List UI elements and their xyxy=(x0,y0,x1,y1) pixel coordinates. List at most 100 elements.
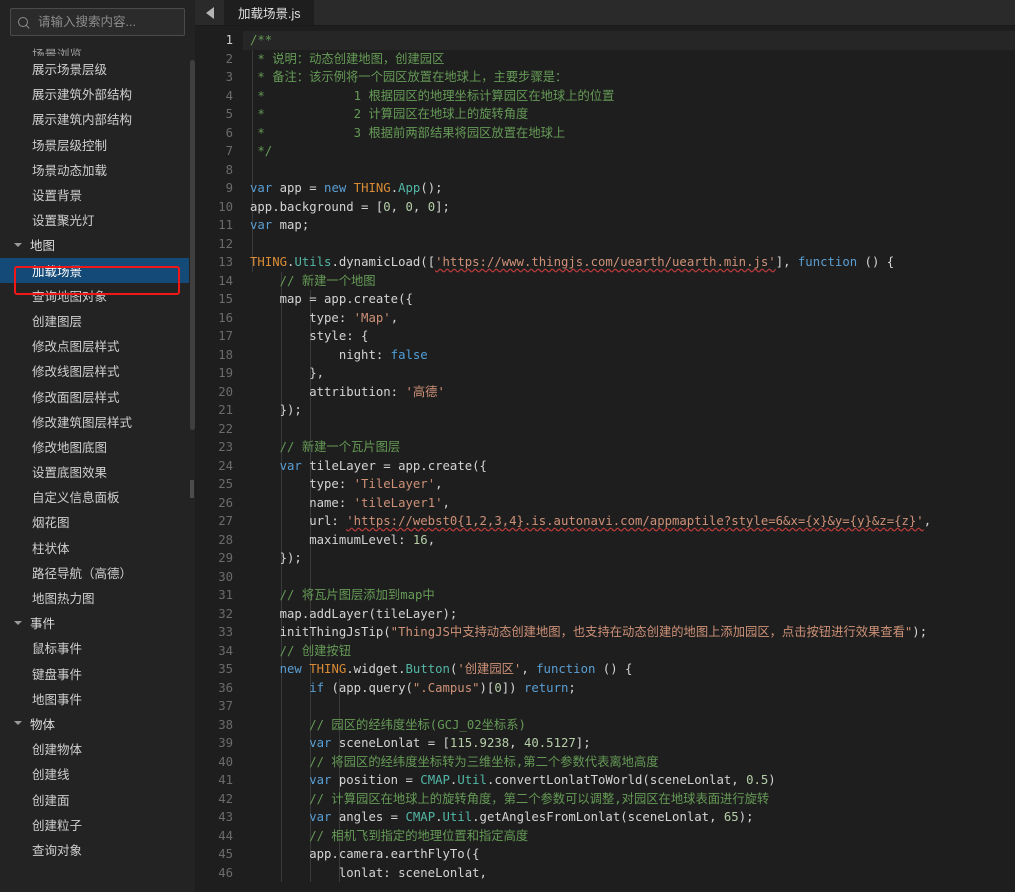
sidebar-item-leaf-19[interactable]: 柱状体 xyxy=(0,535,195,560)
sidebar-item-group-7[interactable]: 地图 xyxy=(0,232,195,257)
code-line[interactable]: // 新建一个地图 xyxy=(243,272,1015,291)
code-line[interactable] xyxy=(243,568,1015,587)
code-line[interactable]: /** xyxy=(243,31,1015,50)
code-line[interactable]: type: 'TileLayer', xyxy=(243,475,1015,494)
code-line[interactable]: initThingJsTip("ThingJS中支持动态创建地图，也支持在动态创… xyxy=(243,623,1015,642)
sidebar-item-leaf-8[interactable]: 加载场景 xyxy=(0,257,195,283)
sidebar-item-leaf-28[interactable]: 创建线 xyxy=(0,761,195,786)
code-line[interactable]: }); xyxy=(243,401,1015,420)
code-line[interactable] xyxy=(243,161,1015,180)
sidebar-item-leaf-4[interactable]: 场景动态加载 xyxy=(0,157,195,182)
code-line[interactable]: type: 'Map', xyxy=(243,309,1015,328)
code-line[interactable]: maximumLevel: 16, xyxy=(243,531,1015,550)
code-line[interactable]: var tileLayer = app.create({ xyxy=(243,457,1015,476)
sidebar-item-leaf-3[interactable]: 场景层级控制 xyxy=(0,132,195,157)
code-line[interactable] xyxy=(243,235,1015,254)
line-number: 46 xyxy=(218,865,233,880)
code-line[interactable]: }, xyxy=(243,364,1015,383)
code-line[interactable]: var position = CMAP.Util.convertLonlatTo… xyxy=(243,771,1015,790)
line-number: 38 xyxy=(218,717,233,732)
code-line[interactable]: map.addLayer(tileLayer); xyxy=(243,605,1015,624)
search-box[interactable] xyxy=(10,8,185,36)
code-line[interactable] xyxy=(243,697,1015,716)
code-line[interactable]: // 相机飞到指定的地理位置和指定高度 xyxy=(243,827,1015,846)
sidebar-scrollbar-grip[interactable] xyxy=(190,480,194,498)
code-token: .dynamicLoad([ xyxy=(331,255,436,269)
sidebar-item-leaf-25[interactable]: 地图事件 xyxy=(0,686,195,711)
sidebar-item-leaf-17[interactable]: 自定义信息面板 xyxy=(0,484,195,509)
sidebar-item-leaf-30[interactable]: 创建粒子 xyxy=(0,812,195,837)
code-line[interactable]: // 新建一个瓦片图层 xyxy=(243,438,1015,457)
line-number: 45 xyxy=(218,847,233,861)
code-line[interactable]: url: 'https://webst0{1,2,3,4}.is.autonav… xyxy=(243,512,1015,531)
code-line[interactable]: // 将瓦片图层添加到map中 xyxy=(243,586,1015,605)
code-line[interactable]: map = app.create({ xyxy=(243,290,1015,309)
sidebar-item-leaf-0[interactable]: 展示场景层级 xyxy=(0,56,195,81)
line-number: 43 xyxy=(218,810,233,824)
code-line[interactable]: var angles = CMAP.Util.getAnglesFromLonl… xyxy=(243,808,1015,827)
code-line[interactable]: lonlat: sceneLonlat, xyxy=(243,864,1015,883)
back-arrow-icon[interactable] xyxy=(195,0,225,25)
example-tree[interactable]: 场景浏览 展示场景层级 展示建筑外部结构 展示建筑内部结构 场景层级控制 场景动态加载 设置… xyxy=(0,42,195,892)
sidebar-item-leaf-21[interactable]: 地图热力图 xyxy=(0,585,195,610)
tree-item-partial[interactable]: 场景浏览 xyxy=(0,42,195,56)
code-line[interactable]: app.camera.earthFlyTo({ xyxy=(243,845,1015,864)
sidebar-item-group-26[interactable]: 物体 xyxy=(0,711,195,736)
code-token: false xyxy=(390,347,428,362)
sidebar-item-leaf-12[interactable]: 修改线图层样式 xyxy=(0,358,195,383)
line-number: 31 xyxy=(218,588,233,602)
sidebar-item-leaf-11[interactable]: 修改点图层样式 xyxy=(0,333,195,358)
code-line[interactable]: // 计算园区在地球上的旋转角度，第二个参数可以调整,对园区在地球表面进行旋转 xyxy=(243,790,1015,809)
sidebar-item-leaf-6[interactable]: 设置聚光灯 xyxy=(0,207,195,232)
sidebar-item-leaf-16[interactable]: 设置底图效果 xyxy=(0,459,195,484)
tab-active-file[interactable]: 加载场景.js xyxy=(225,0,315,25)
code-line[interactable]: * 3 根据前两部结果将园区放置在地球上 xyxy=(243,124,1015,143)
sidebar-item-leaf-9[interactable]: 查询地图对象 xyxy=(0,283,195,308)
code-line[interactable]: * 2 计算园区在地球上的旋转角度 xyxy=(243,105,1015,124)
chevron-down-icon[interactable] xyxy=(14,240,24,250)
code-line[interactable]: app.background = [0, 0, 0]; xyxy=(243,198,1015,217)
sidebar-item-leaf-29[interactable]: 创建面 xyxy=(0,786,195,811)
code-content[interactable]: /** * 说明：动态创建地图，创建园区 * 备注：该示例将一个园区放置在地球上… xyxy=(243,26,1015,892)
code-line[interactable]: style: { xyxy=(243,327,1015,346)
sidebar-item-leaf-27[interactable]: 创建物体 xyxy=(0,736,195,761)
sidebar-item-leaf-15[interactable]: 修改地图底图 xyxy=(0,434,195,459)
sidebar-scrollbar-thumb[interactable] xyxy=(189,60,195,430)
code-line[interactable]: if (app.query(".Campus")[0]) return; xyxy=(243,679,1015,698)
code-line[interactable]: */ xyxy=(243,142,1015,161)
sidebar-item-leaf-31[interactable]: 查询对象 xyxy=(0,837,195,862)
code-line[interactable]: // 将园区的经纬度坐标转为三维坐标,第二个参数代表离地高度 xyxy=(243,753,1015,772)
code-line[interactable]: * 备注：该示例将一个园区放置在地球上，主要步骤是： xyxy=(243,68,1015,87)
sidebar-item-leaf-10[interactable]: 创建图层 xyxy=(0,308,195,333)
code-line[interactable]: night: false xyxy=(243,346,1015,365)
sidebar-item-leaf-2[interactable]: 展示建筑内部结构 xyxy=(0,106,195,131)
code-line[interactable]: var sceneLonlat = [115.9238, 40.5127]; xyxy=(243,734,1015,753)
code-line[interactable]: }); xyxy=(243,549,1015,568)
code-line[interactable]: * 说明：动态创建地图，创建园区 xyxy=(243,50,1015,69)
chevron-down-icon[interactable] xyxy=(14,618,24,628)
code-line[interactable] xyxy=(243,420,1015,439)
code-line[interactable]: THING.Utils.dynamicLoad(['https://www.th… xyxy=(243,253,1015,272)
code-token: map.addLayer(tileLayer); xyxy=(250,606,458,621)
sidebar-item-leaf-20[interactable]: 路径导航（高德） xyxy=(0,560,195,585)
sidebar-item-group-22[interactable]: 事件 xyxy=(0,610,195,635)
code-line[interactable]: attribution: '高德' xyxy=(243,383,1015,402)
code-line[interactable]: name: 'tileLayer1', xyxy=(243,494,1015,513)
sidebar-item-leaf-18[interactable]: 烟花图 xyxy=(0,509,195,534)
code-line[interactable]: var app = new THING.App(); xyxy=(243,179,1015,198)
code-line[interactable]: // 创建按钮 xyxy=(243,642,1015,661)
sidebar-item-leaf-1[interactable]: 展示建筑外部结构 xyxy=(0,81,195,106)
code-line[interactable]: // 园区的经纬度坐标(GCJ_02坐标系) xyxy=(243,716,1015,735)
sidebar-item-leaf-23[interactable]: 鼠标事件 xyxy=(0,635,195,660)
sidebar-item-leaf-5[interactable]: 设置背景 xyxy=(0,182,195,207)
sidebar-item-leaf-14[interactable]: 修改建筑图层样式 xyxy=(0,409,195,434)
search-input[interactable] xyxy=(36,14,177,30)
code-token: .getAnglesFromLonlat(sceneLonlat, xyxy=(472,810,724,824)
code-line[interactable]: new THING.widget.Button('创建园区', function… xyxy=(243,660,1015,679)
sidebar-item-leaf-24[interactable]: 键盘事件 xyxy=(0,661,195,686)
line-number: 44 xyxy=(218,828,233,843)
chevron-down-icon[interactable] xyxy=(14,718,24,728)
sidebar-item-leaf-13[interactable]: 修改面图层样式 xyxy=(0,383,195,408)
code-line[interactable]: var map; xyxy=(243,216,1015,235)
code-line[interactable]: * 1 根据园区的地理坐标计算园区在地球上的位置 xyxy=(243,87,1015,106)
